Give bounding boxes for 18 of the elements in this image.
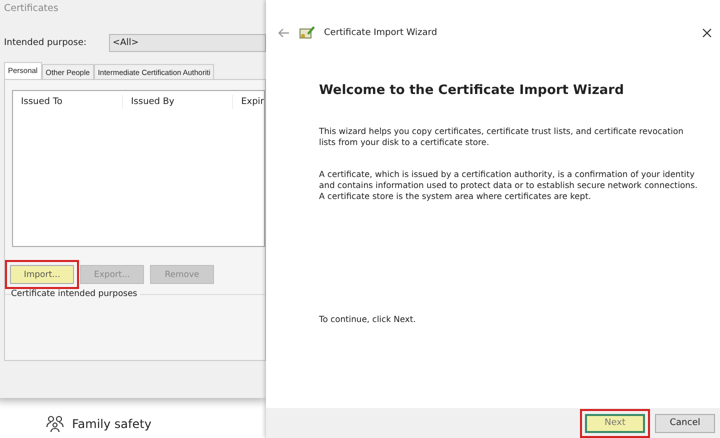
column-header[interactable]: Issued To bbox=[13, 95, 124, 109]
close-icon[interactable] bbox=[702, 28, 712, 38]
wizard-heading: Welcome to the Certificate Import Wizard bbox=[319, 83, 625, 98]
sidebar-item[interactable]: Family safety bbox=[72, 417, 152, 431]
column-header[interactable]: Expir bbox=[233, 95, 264, 109]
wizard-button[interactable]: Cancel bbox=[655, 414, 715, 432]
group-label: Certificate intended purposes bbox=[11, 289, 140, 299]
wizard-paragraph: This wizard helps you copy certificates, certificate trust lists, and certificate revocation lists from your disk to a certificate store. bbox=[319, 126, 684, 149]
purpose-dropdown[interactable]: <All> bbox=[108, 34, 266, 52]
certificate-icon bbox=[299, 26, 315, 40]
column-header[interactable]: Issued By bbox=[123, 95, 234, 109]
window-title: Certificates bbox=[4, 2, 60, 16]
wizard-paragraph: A certificate, which is issued by a certification authority, is a confirmation of your identity and contains information used to protect data or to establish secure network connections. A certificate store is the system area where certificates are kept. bbox=[319, 168, 698, 203]
back-icon[interactable] bbox=[278, 28, 290, 38]
family-icon bbox=[46, 415, 64, 433]
field-label: Intended purpose: bbox=[4, 38, 87, 48]
window-title: Certificate Import Wizard bbox=[324, 28, 438, 38]
wizard-paragraph: To continue, click Next. bbox=[319, 314, 417, 325]
